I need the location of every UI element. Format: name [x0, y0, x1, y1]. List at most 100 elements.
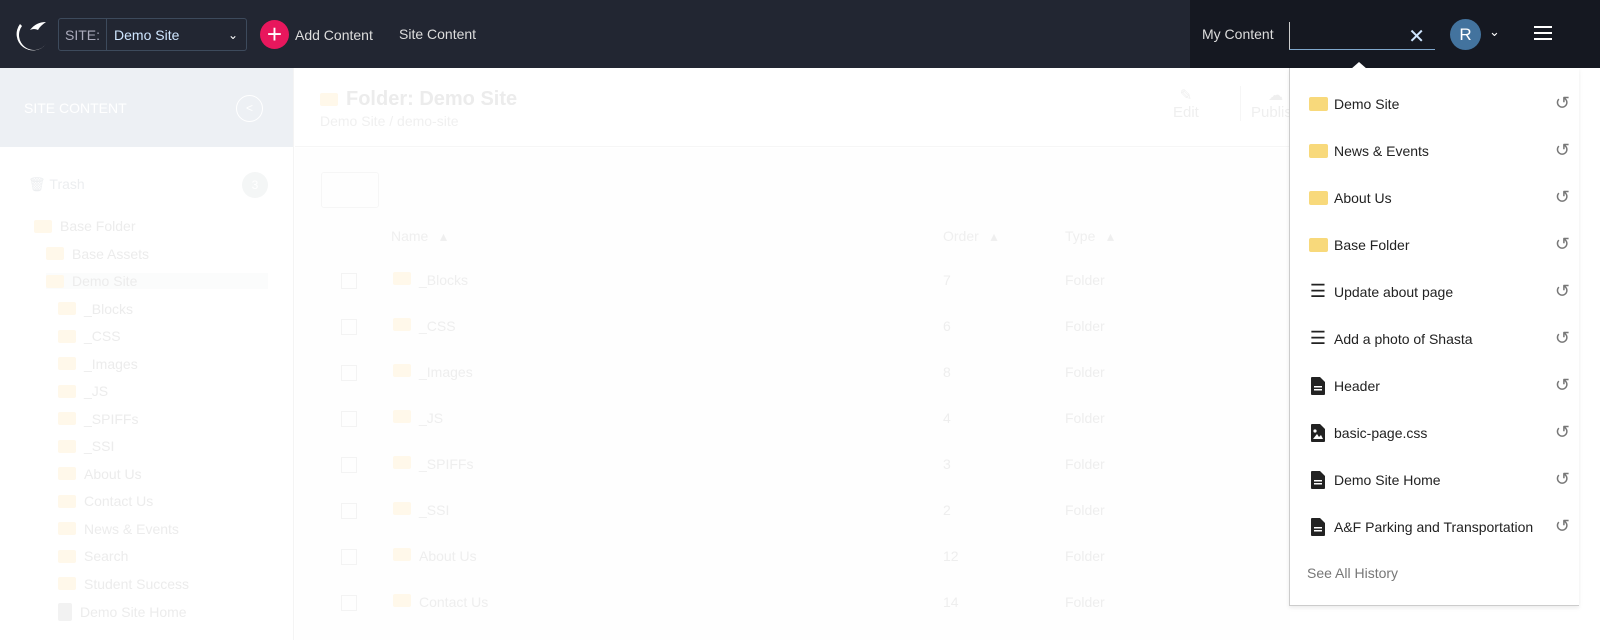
history-item[interactable]: Demo Site Home ↺ — [1308, 456, 1570, 503]
content-table — [295, 148, 1290, 640]
history-icon[interactable]: ↺ — [1555, 140, 1570, 161]
history-item[interactable]: Demo Site ↺ — [1308, 80, 1570, 127]
history-icon[interactable]: ↺ — [1555, 328, 1570, 349]
tree-item[interactable]: About Us — [58, 466, 142, 482]
tree-item-label: Demo Site Home — [80, 604, 187, 620]
tree-item-label: About Us — [84, 465, 142, 482]
folder-icon — [393, 548, 411, 561]
see-all-history-link[interactable]: See All History — [1307, 565, 1398, 581]
tree-item[interactable]: Student Success — [58, 576, 189, 592]
row-type: Folder — [1065, 318, 1105, 334]
tree-item[interactable]: Base Folder — [34, 218, 135, 234]
row-checkbox[interactable] — [341, 411, 357, 427]
breadcrumb: Demo Site / demo-site — [320, 113, 459, 129]
column-header-order[interactable]: Order ▴ — [943, 228, 998, 245]
row-checkbox[interactable] — [341, 457, 357, 473]
add-content-button[interactable]: + Add Content — [260, 20, 373, 49]
folder-icon — [58, 467, 76, 480]
row-checkbox[interactable] — [341, 595, 357, 611]
row-name[interactable]: _SSI — [393, 502, 449, 518]
chevron-down-icon[interactable]: ⌄ — [1489, 24, 1500, 40]
history-icon[interactable]: ↺ — [1555, 281, 1570, 302]
folder-icon — [58, 577, 76, 590]
breadcrumb-item[interactable]: Demo Site — [320, 113, 385, 129]
pencil-icon: ✎ — [1179, 87, 1193, 104]
tree-item[interactable]: _Blocks — [58, 301, 133, 317]
history-item[interactable]: ☰ Add a photo of Shasta ↺ — [1308, 315, 1570, 362]
select-all-dropdown[interactable] — [321, 172, 379, 208]
tree-item[interactable]: _CSS — [58, 328, 121, 344]
history-item-label: Header — [1334, 377, 1380, 394]
main-header: Folder: Demo Site Demo Site / demo-site … — [295, 68, 1300, 147]
history-icon[interactable]: ↺ — [1555, 93, 1570, 114]
top-bar: SITE: Demo Site ⌄ + Add Content Site Cont… — [0, 0, 1600, 68]
tree-item[interactable]: Search — [58, 548, 128, 564]
history-item[interactable]: About Us ↺ — [1308, 174, 1570, 221]
column-header-name[interactable]: Name ▴ — [391, 228, 447, 245]
history-icon[interactable]: ↺ — [1555, 187, 1570, 208]
history-item[interactable]: A&F Parking and Transportation ↺ — [1308, 503, 1570, 550]
history-icon[interactable]: ↺ — [1555, 375, 1570, 396]
history-icon[interactable]: ↺ — [1555, 422, 1570, 443]
collapse-icon[interactable]: < — [236, 95, 263, 122]
tree-item[interactable]: Demo Site Home — [58, 603, 187, 621]
hamburger-menu-icon[interactable] — [1534, 26, 1552, 44]
folder-icon — [58, 384, 76, 398]
folder-icon — [393, 502, 411, 515]
folder-icon — [393, 272, 411, 285]
row-name[interactable]: _JS — [393, 410, 443, 426]
folder-icon — [58, 329, 76, 343]
tree-item-label: _Images — [84, 355, 138, 372]
history-icon[interactable]: ↺ — [1555, 516, 1570, 537]
document-icon — [58, 603, 72, 621]
row-name[interactable]: _Images — [393, 364, 473, 380]
row-checkbox[interactable] — [341, 319, 357, 335]
tree-item[interactable]: _Images — [58, 356, 138, 372]
trash-count-badge: 3 — [242, 172, 268, 198]
tree-item[interactable]: Contact Us — [58, 493, 153, 509]
history-item[interactable]: basic-page.css ↺ — [1308, 409, 1570, 456]
tree-item-label: _Blocks — [84, 300, 134, 317]
sidebar-title: SITE CONTENT — [24, 100, 127, 116]
history-icon[interactable]: ↺ — [1555, 234, 1570, 255]
plus-icon: + — [260, 20, 289, 49]
site-content-link[interactable]: Site Content — [399, 26, 476, 42]
folder-icon — [46, 247, 64, 260]
tree-item[interactable]: _SSI — [58, 438, 114, 454]
row-name[interactable]: About Us — [393, 548, 477, 564]
column-header-type[interactable]: Type ▴ — [1065, 228, 1114, 245]
tree-item[interactable]: _JS — [58, 383, 108, 399]
row-checkbox[interactable] — [341, 549, 357, 565]
row-order: 8 — [943, 364, 951, 380]
row-checkbox[interactable] — [341, 365, 357, 381]
edit-button[interactable]: ✎ Edit — [1173, 86, 1199, 121]
row-name[interactable]: _SPIFFs — [393, 456, 473, 472]
row-name[interactable]: _CSS — [393, 318, 456, 334]
tree-item[interactable]: News & Events — [58, 521, 179, 537]
tree-item-label: _CSS — [84, 328, 121, 344]
history-item[interactable]: News & Events ↺ — [1308, 127, 1570, 174]
tree-item[interactable]: _SPIFFs — [58, 411, 138, 427]
logo-icon[interactable] — [12, 16, 48, 52]
history-item[interactable]: Base Folder ↺ — [1308, 221, 1570, 268]
tree-item[interactable]: Demo Site — [46, 273, 268, 289]
folder-icon — [393, 364, 411, 377]
row-checkbox[interactable] — [341, 503, 357, 519]
history-item[interactable]: ☰ Update about page ↺ — [1308, 268, 1570, 315]
history-item-label: Demo Site — [1334, 95, 1400, 112]
clear-icon[interactable]: ✕ — [1408, 24, 1425, 49]
search-input[interactable]: ✕ — [1289, 22, 1435, 50]
site-select[interactable]: SITE: Demo Site ⌄ — [58, 18, 247, 51]
history-icon[interactable]: ↺ — [1555, 469, 1570, 490]
avatar[interactable]: R — [1450, 19, 1481, 50]
tree-item[interactable]: Base Assets — [46, 246, 149, 262]
folder-icon — [46, 274, 64, 288]
trash-link[interactable]: 🗑 Trash — [28, 176, 85, 193]
row-name[interactable]: _Blocks — [393, 272, 468, 288]
add-content-label: Add Content — [295, 26, 373, 43]
tree-item-label: News & Events — [84, 520, 179, 537]
history-item[interactable]: Header ↺ — [1308, 362, 1570, 409]
row-name[interactable]: Contact Us — [393, 594, 488, 610]
row-checkbox[interactable] — [341, 273, 357, 289]
list-icon: ☰ — [1309, 281, 1327, 301]
